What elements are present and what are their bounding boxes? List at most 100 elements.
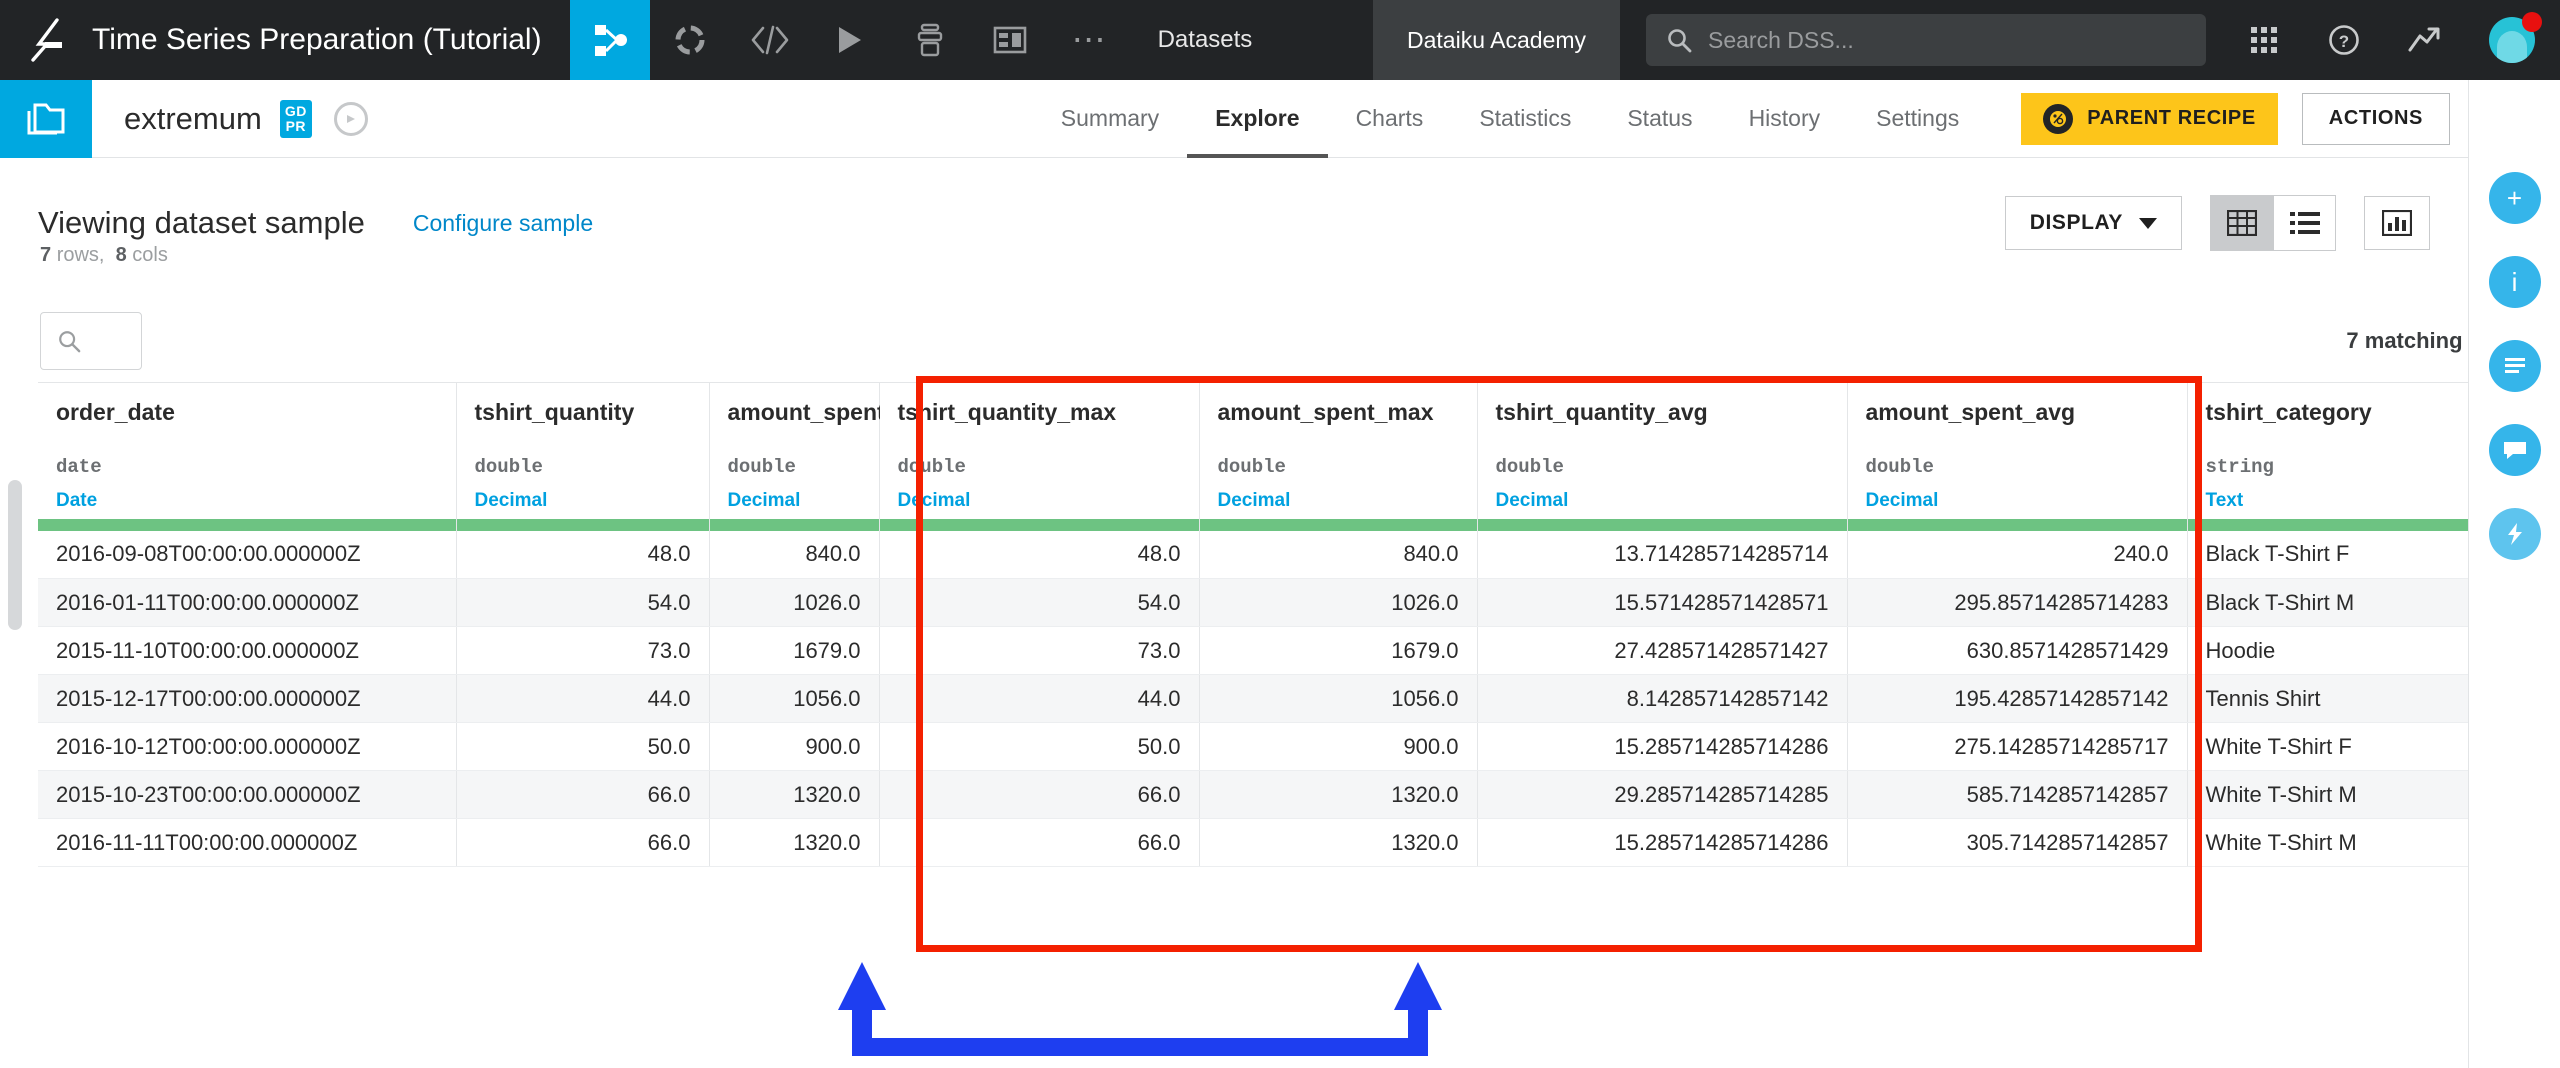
table-row[interactable]: 2016-10-12T00:00:00.000000Z 50.0 900.0 50.0… — [38, 722, 2523, 771]
cell-amount_spent_max: 900.0 — [1199, 722, 1478, 771]
tab-status[interactable]: Status — [1599, 80, 1720, 158]
column-name: order_date — [56, 399, 175, 425]
search-icon — [1668, 29, 1692, 53]
column-type: double — [1217, 456, 1286, 478]
column-meaning[interactable]: Decimal — [1218, 490, 1459, 512]
column-header-amount_spent[interactable]: amount_spent double Decimal — [709, 382, 885, 531]
table-grid-icon[interactable] — [2211, 196, 2273, 250]
tab-statistics[interactable]: Statistics — [1451, 80, 1599, 158]
column-meaning[interactable]: Decimal — [1866, 490, 2169, 512]
discussions-icon[interactable] — [2488, 424, 2541, 476]
cell-tshirt_quantity: 48.0 — [456, 530, 710, 579]
table-row[interactable]: 2015-11-10T00:00:00.000000Z 73.0 1679.0 73.… — [38, 626, 2523, 675]
datasets-nav-label[interactable]: Datasets — [1130, 0, 1281, 80]
compass-icon[interactable] — [333, 101, 368, 136]
dataiku-bird-logo[interactable] — [0, 0, 92, 80]
grid-apps-icon[interactable] — [2224, 0, 2304, 80]
column-header-tshirt_quantity_max[interactable]: tshirt_quantity_max double Decimal — [879, 382, 1200, 531]
cell-tshirt_quantity: 73.0 — [456, 626, 710, 675]
page-title: extremum — [124, 100, 262, 136]
cell-amount_spent_max: 1320.0 — [1199, 770, 1478, 819]
jobs-stack-icon[interactable] — [890, 0, 970, 80]
cell-tshirt_quantity_avg: 8.142857142857142 — [1477, 674, 1848, 723]
avatar[interactable] — [2464, 0, 2560, 80]
column-header-tshirt_quantity[interactable]: tshirt_quantity double Decimal — [456, 382, 710, 531]
column-quality-bar — [879, 518, 1199, 531]
column-header-order_date[interactable]: order_datedate Date — [38, 382, 457, 531]
flow-icon[interactable] — [569, 0, 650, 80]
bar-chart-icon[interactable] — [2364, 196, 2430, 250]
code-icon[interactable] — [730, 0, 810, 80]
column-type: double — [897, 456, 966, 478]
help-icon[interactable]: ? — [2304, 0, 2384, 80]
column-meaning[interactable]: Text — [2206, 490, 2504, 512]
cell-amount_spent: 1026.0 — [709, 578, 880, 627]
tab-history[interactable]: History — [1721, 80, 1849, 158]
trending-up-icon[interactable] — [2384, 0, 2464, 80]
dataset-folder-icon[interactable] — [0, 79, 92, 158]
search-input[interactable] — [40, 312, 142, 370]
search-dss-box[interactable]: Search DSS... — [1646, 14, 2206, 66]
cell-tshirt_quantity_avg: 27.428571428571427 — [1477, 626, 1848, 675]
table-row[interactable]: 2016-11-11T00:00:00.000000Z 66.0 1320.0 66.… — [38, 818, 2523, 867]
cell-tshirt_quantity_max: 66.0 — [879, 770, 1200, 819]
column-quality-bar — [1199, 518, 1477, 531]
table-row[interactable]: 2015-12-17T00:00:00.000000Z 44.0 1056.0 44.… — [38, 674, 2523, 723]
parent-recipe-button[interactable]: PARENT RECIPE — [2021, 92, 2278, 145]
table-row[interactable]: 2016-01-11T00:00:00.000000Z 54.0 1026.0 54.… — [38, 578, 2523, 627]
actions-rail-icon[interactable] — [2488, 508, 2541, 560]
table-header: order_date date Date tshirt_quantity double D… — [38, 382, 2523, 531]
dataset-table: order_date date Date tshirt_quantity double D… — [38, 382, 2523, 867]
cell-order_date: 2015-11-10T00:00:00.000000Z — [38, 626, 457, 675]
column-meaning[interactable]: Decimal — [475, 490, 691, 512]
info-icon[interactable]: i — [2488, 256, 2541, 308]
column-header-amount_spent_max[interactable]: amount_spent_max double Decimal — [1199, 382, 1478, 531]
column-meaning[interactable]: Date — [56, 490, 438, 512]
column-quality-bar — [38, 518, 456, 531]
dataset-header-bar: extremum GD PR Summary Explore Charts St… — [0, 79, 2560, 158]
cell-amount_spent_avg: 305.7142857142857 — [1847, 818, 2188, 867]
sample-bar: Viewing dataset sample Configure sample … — [0, 158, 2560, 288]
table-row[interactable]: 2015-10-23T00:00:00.000000Z 66.0 1320.0 66.… — [38, 770, 2523, 819]
add-icon[interactable]: + — [2488, 172, 2541, 224]
display-dropdown[interactable]: DISPLAY — [2004, 196, 2182, 250]
dashboards-icon[interactable] — [970, 0, 1050, 80]
actions-button[interactable]: ACTIONS — [2301, 92, 2450, 145]
tab-summary[interactable]: Summary — [1033, 80, 1187, 158]
cols-count: 8 — [115, 244, 127, 266]
cell-order_date: 2015-10-23T00:00:00.000000Z — [38, 770, 457, 819]
tab-settings[interactable]: Settings — [1848, 80, 1987, 158]
cell-tshirt_quantity_avg: 15.285714285714286 — [1477, 818, 1848, 867]
play-icon[interactable] — [810, 0, 890, 80]
academy-link[interactable]: Dataiku Academy — [1373, 0, 1620, 80]
tab-explore[interactable]: Explore — [1187, 80, 1327, 158]
table-row[interactable]: 2016-09-08T00:00:00.000000Z 48.0 840.0 48.0… — [38, 530, 2523, 579]
cell-amount_spent: 1320.0 — [709, 818, 880, 867]
cell-tshirt_quantity: 50.0 — [456, 722, 710, 771]
column-meaning[interactable]: Decimal — [728, 490, 861, 512]
cell-amount_spent_avg: 585.7142857142857 — [1847, 770, 2188, 819]
column-header-tshirt_quantity_avg[interactable]: tshirt_quantity_avg double Decimal — [1477, 382, 1848, 531]
cell-tshirt_quantity_max: 44.0 — [879, 674, 1200, 723]
vertical-scrollbar[interactable] — [8, 480, 22, 630]
sample-title: Viewing dataset sample — [38, 205, 365, 240]
column-name: tshirt_quantity — [474, 399, 635, 425]
dashboard-wheel-icon[interactable] — [650, 0, 730, 80]
configure-sample-link[interactable]: Configure sample — [413, 210, 593, 237]
column-meaning[interactable]: Decimal — [1496, 490, 1829, 512]
cell-amount_spent: 900.0 — [709, 722, 880, 771]
column-meaning[interactable]: Decimal — [898, 490, 1181, 512]
details-icon[interactable] — [2488, 340, 2541, 392]
tab-charts[interactable]: Charts — [1328, 80, 1452, 158]
rows-count: 7 — [40, 244, 52, 266]
cell-order_date: 2015-12-17T00:00:00.000000Z — [38, 674, 457, 723]
column-type: date — [56, 456, 102, 478]
list-view-icon[interactable] — [2273, 196, 2335, 250]
notification-dot — [2522, 12, 2542, 32]
column-name: amount_spent_avg — [1865, 399, 2076, 425]
project-title[interactable]: Time Series Preparation (Tutorial) — [92, 0, 570, 80]
column-name: amount_spent — [727, 399, 885, 425]
more-icon[interactable]: ⋯ — [1050, 0, 1130, 80]
column-header-amount_spent_avg[interactable]: amount_spent_avg double Decimal — [1847, 382, 2188, 531]
cell-amount_spent_avg: 240.0 — [1847, 530, 2188, 579]
